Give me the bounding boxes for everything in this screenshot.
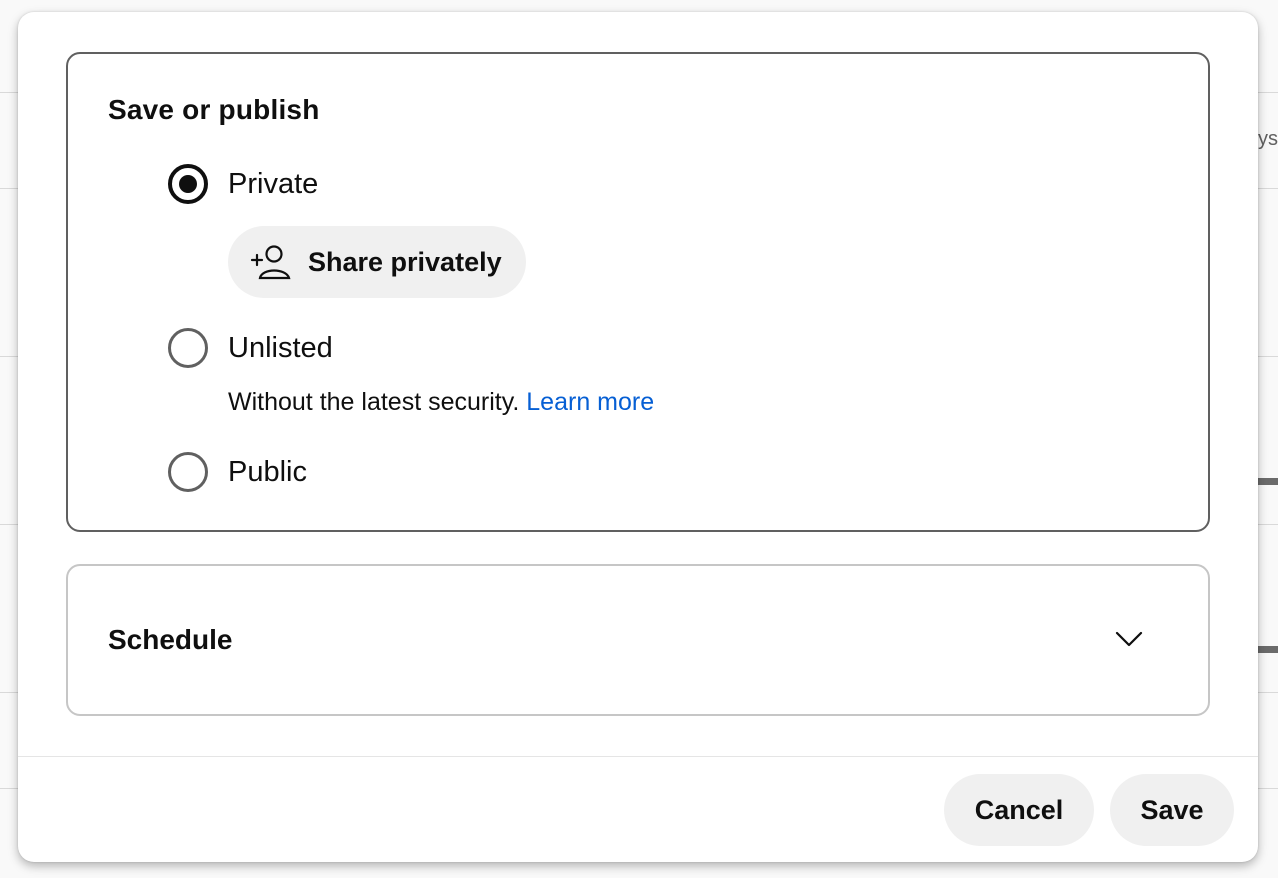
- helper-text: Without the latest security.: [228, 388, 520, 416]
- radio-button-checked[interactable]: [168, 164, 208, 204]
- radio-option-public[interactable]: Public: [168, 452, 307, 492]
- radio-label: Private: [228, 167, 319, 200]
- radio-button-unchecked[interactable]: [168, 328, 208, 368]
- background-bar: [1256, 478, 1278, 485]
- background-bar: [1256, 646, 1278, 653]
- chevron-down-icon[interactable]: [1114, 626, 1144, 650]
- schedule-title: Schedule: [108, 624, 233, 655]
- schedule-section[interactable]: Schedule: [66, 564, 1210, 716]
- cancel-button[interactable]: Cancel: [944, 774, 1094, 846]
- background-partial-text: ys: [1258, 128, 1278, 150]
- share-privately-label: Share privately: [308, 246, 502, 277]
- share-privately-button[interactable]: Share privately: [228, 226, 526, 298]
- save-or-publish-section: Save or publish Private Share privately …: [66, 52, 1210, 532]
- save-button[interactable]: Save: [1110, 774, 1234, 846]
- add-person-icon: [250, 244, 292, 280]
- radio-label: Public: [228, 455, 307, 488]
- section-title: Save or publish: [108, 94, 320, 125]
- unlisted-helper-text: Without the latest security. Learn more: [228, 388, 654, 417]
- footer-divider: [18, 756, 1258, 757]
- radio-option-unlisted[interactable]: Unlisted: [168, 328, 333, 368]
- visibility-dialog: Save or publish Private Share privately …: [18, 12, 1258, 862]
- learn-more-link[interactable]: Learn more: [526, 388, 654, 416]
- radio-button-unchecked[interactable]: [168, 452, 208, 492]
- radio-option-private[interactable]: Private: [168, 164, 318, 204]
- radio-label: Unlisted: [228, 331, 333, 364]
